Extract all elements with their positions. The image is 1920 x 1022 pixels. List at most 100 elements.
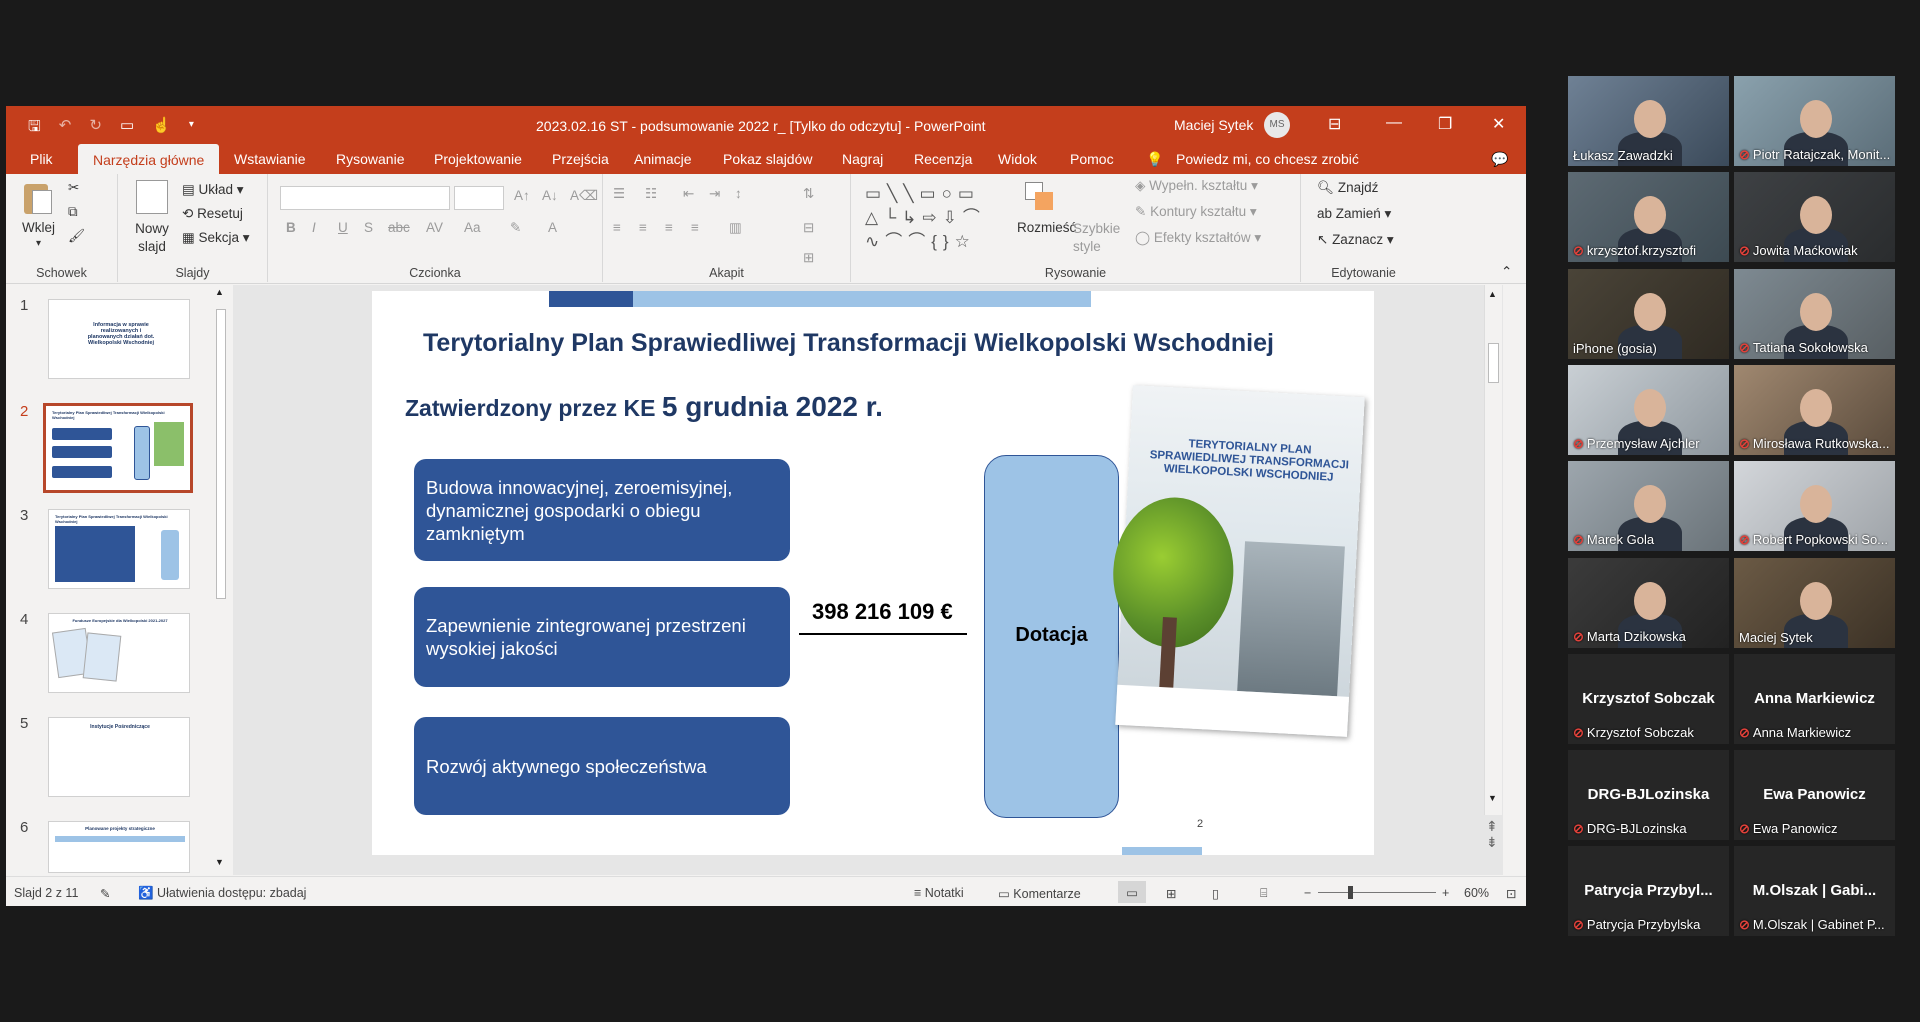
tab-help[interactable]: Pomoc <box>1070 151 1114 167</box>
slide[interactable]: Terytorialny Plan Sprawiedliwej Transfor… <box>372 291 1374 855</box>
thumbnail-scrollbar[interactable]: ▲ ▼ <box>213 285 229 873</box>
tab-slideshow[interactable]: Pokaz slajdów <box>723 151 813 167</box>
participant-tile[interactable]: Ewa Panowicz ⊘ Ewa Panowicz <box>1734 750 1895 841</box>
line-spacing-icon[interactable]: ↕ <box>735 186 742 201</box>
slide-thumbnail[interactable]: Planowane projekty strategiczne <box>48 821 190 873</box>
zoom-out-icon[interactable]: − <box>1304 886 1311 900</box>
participant-tile[interactable]: DRG-BJLozinska ⊘ DRG-BJLozinska <box>1568 750 1729 841</box>
quick-styles-button[interactable]: Szybkie style <box>1073 220 1121 256</box>
copy-icon[interactable]: ⧉ <box>68 204 78 220</box>
shrink-font-icon[interactable]: A↓ <box>542 188 558 203</box>
shape-fill-button[interactable]: ◈ Wypełn. kształtu ▾ <box>1135 178 1258 194</box>
close-icon[interactable]: ✕ <box>1492 114 1505 134</box>
restore-icon[interactable]: ❐ <box>1438 114 1452 134</box>
font-name-input[interactable] <box>280 186 450 210</box>
strikethrough-icon[interactable]: abc <box>388 220 410 235</box>
normal-view-icon[interactable]: ▭ <box>1118 881 1146 903</box>
participant-tile[interactable]: Patrycja Przybyl... ⊘ Patrycja Przybylska <box>1568 846 1729 937</box>
touch-mode-icon[interactable]: ☝ <box>152 116 171 141</box>
zoom-in-icon[interactable]: + <box>1442 886 1449 900</box>
customize-qat-icon[interactable]: ▾ <box>189 119 194 141</box>
bold-icon[interactable]: B <box>286 220 296 235</box>
zoom-level[interactable]: 60% <box>1464 886 1489 900</box>
zoom-slider-thumb[interactable] <box>1348 886 1353 899</box>
collapse-ribbon-icon[interactable]: ⌃ <box>1501 264 1512 280</box>
numbering-icon[interactable]: ☷ <box>645 186 657 202</box>
underline-icon[interactable]: U <box>338 220 348 235</box>
layout-button[interactable]: ▤ Układ ▾ <box>182 182 244 198</box>
paste-button[interactable]: Wklej <box>22 220 55 235</box>
participant-tile[interactable]: iPhone (gosia) <box>1568 268 1729 359</box>
italic-icon[interactable]: I <box>312 220 316 235</box>
participant-tile[interactable]: M.Olszak | Gabi... ⊘ M.Olszak | Gabinet P.… <box>1734 846 1895 937</box>
participant-tile[interactable]: Anna Markiewicz ⊘ Anna Markiewicz <box>1734 653 1895 744</box>
new-slide-button[interactable]: Nowy slajd <box>132 220 172 256</box>
new-slide-icon[interactable] <box>136 180 168 214</box>
align-text-icon[interactable]: ⊟ <box>803 220 814 236</box>
reading-view-icon[interactable]: ▯ <box>1212 886 1219 901</box>
participant-tile[interactable]: ⊘ krzysztof.krzysztofi <box>1568 172 1729 263</box>
tab-insert[interactable]: Wstawianie <box>234 151 306 167</box>
scroll-up-icon[interactable]: ▲ <box>1488 289 1497 299</box>
slide-thumbnail[interactable]: Informacja w sprawie realizowanych i pla… <box>48 299 190 379</box>
fit-slide-icon[interactable]: ⊡ <box>1506 886 1516 901</box>
format-painter-icon[interactable]: 🖌 <box>68 228 85 244</box>
scroll-down-icon[interactable]: ▼ <box>215 857 224 867</box>
participant-tile[interactable]: Maciej Sytek <box>1734 557 1895 648</box>
shape-outline-button[interactable]: ✎ Kontury kształtu ▾ <box>1135 204 1257 220</box>
select-button[interactable]: ↖ Zaznacz ▾ <box>1317 232 1394 248</box>
arrange-icon[interactable] <box>1023 180 1055 214</box>
tab-review[interactable]: Recenzja <box>914 151 972 167</box>
avatar[interactable]: MS <box>1264 112 1290 138</box>
slide-thumbnail-selected[interactable]: Terytorialny Plan Sprawiedliwej Transfor… <box>43 403 193 493</box>
slideshow-view-icon[interactable]: ⌸ <box>1260 886 1268 901</box>
slide-thumbnail[interactable]: Terytorialny Plan Sprawiedliwej Transfor… <box>48 509 190 589</box>
zoom-slider[interactable] <box>1318 892 1436 893</box>
participant-tile[interactable]: ⊘ Mirosława Rutkowska... <box>1734 364 1895 455</box>
columns-icon[interactable]: ▥ <box>729 220 742 236</box>
tab-home[interactable]: Narzędzia główne <box>78 144 220 174</box>
accessibility-button[interactable]: ♿ Ułatwienia dostępu: zbadaj <box>138 886 306 901</box>
tell-me-search[interactable]: Powiedz mi, co chcesz zrobić <box>1176 151 1359 167</box>
change-case-icon[interactable]: Aa <box>464 220 481 235</box>
paste-dropdown-icon[interactable]: ▾ <box>36 238 41 249</box>
find-button[interactable]: 🔍︎ Znajdź <box>1317 180 1378 196</box>
participant-tile[interactable]: Krzysztof Sobczak ⊘ Krzysztof Sobczak <box>1568 653 1729 744</box>
participant-tile[interactable]: ⊘ Jowita Maćkowiak <box>1734 172 1895 263</box>
scrollbar-thumb[interactable] <box>216 309 226 599</box>
spacing-icon[interactable]: AV <box>426 220 443 235</box>
save-icon[interactable]: 🖫 <box>28 116 41 141</box>
font-color-icon[interactable]: A <box>548 220 557 235</box>
slide-thumbnail[interactable]: Instytucje Pośredniczące <box>48 717 190 797</box>
comments-icon[interactable]: 💬 <box>1491 151 1508 168</box>
bullets-icon[interactable]: ☰ <box>613 186 625 202</box>
align-left-icon[interactable]: ≡ <box>613 220 621 235</box>
minimize-icon[interactable]: — <box>1386 114 1402 132</box>
reset-button[interactable]: ⟲ Resetuj <box>182 206 243 222</box>
scroll-down-icon[interactable]: ▼ <box>1488 793 1497 803</box>
comments-button[interactable]: ▭ Komentarze <box>998 886 1081 901</box>
participant-tile[interactable]: ⊘ Tatiana Sokołowska <box>1734 268 1895 359</box>
tab-draw[interactable]: Rysowanie <box>336 151 404 167</box>
shadow-icon[interactable]: S <box>364 220 373 235</box>
scroll-up-icon[interactable]: ▲ <box>215 287 224 297</box>
participant-tile[interactable]: ⊘ Przemysław Ajchler <box>1568 364 1729 455</box>
shapes-gallery[interactable]: ▭╲╲▭○▭ △└↳⇨⇩⌒ ∿⌒⌒{}☆ <box>865 182 1003 256</box>
participant-tile[interactable]: Łukasz Zawadzki <box>1568 76 1729 166</box>
notes-button[interactable]: ≡ Notatki <box>914 886 964 900</box>
font-size-input[interactable] <box>454 186 504 210</box>
slide-sorter-icon[interactable]: ⊞ <box>1166 886 1176 901</box>
shape-effects-button[interactable]: ◯ Efekty kształtów ▾ <box>1135 230 1261 246</box>
tab-record[interactable]: Nagraj <box>842 151 883 167</box>
paste-icon[interactable] <box>22 180 54 214</box>
tab-design[interactable]: Projektowanie <box>434 151 522 167</box>
smartart-icon[interactable]: ⊞ <box>803 250 814 266</box>
spelling-icon[interactable]: ✎ <box>100 886 110 901</box>
user-name[interactable]: Maciej Sytek <box>1174 117 1253 133</box>
undo-icon[interactable]: ↶ <box>59 116 72 141</box>
align-center-icon[interactable]: ≡ <box>639 220 647 235</box>
slide-scrollbar[interactable]: ▲ ▼ <box>1484 285 1502 815</box>
tab-view[interactable]: Widok <box>998 151 1037 167</box>
tab-file[interactable]: Plik <box>30 151 53 167</box>
justify-icon[interactable]: ≡ <box>691 220 699 235</box>
